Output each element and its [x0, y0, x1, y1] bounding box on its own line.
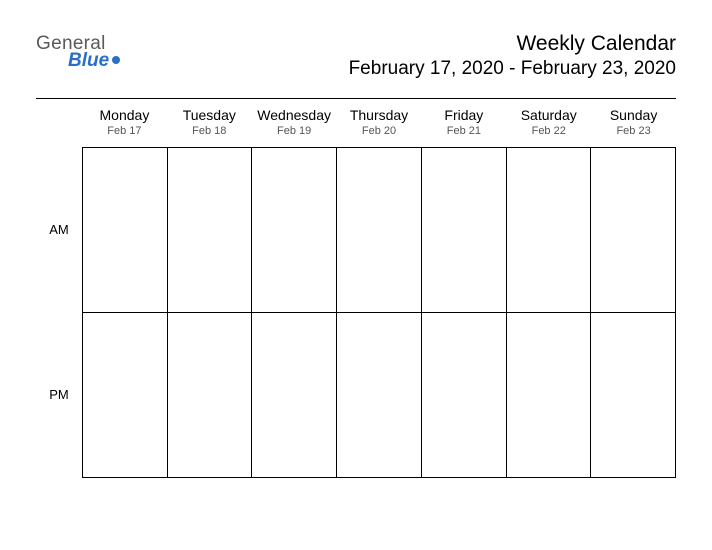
period-pm: PM: [36, 312, 82, 477]
day-name: Tuesday: [167, 107, 252, 123]
cell-am-mon: [83, 148, 168, 313]
day-name: Friday: [421, 107, 506, 123]
cell-am-thu: [337, 148, 422, 313]
cell-am-sun: [591, 148, 676, 313]
period-col-spacer: [36, 107, 82, 137]
day-date: Feb 20: [337, 125, 422, 137]
header: General Blue Weekly Calendar February 17…: [36, 32, 676, 80]
day-headers-row: Monday Feb 17 Tuesday Feb 18 Wednesday F…: [36, 99, 676, 147]
day-date: Feb 17: [82, 125, 167, 137]
title-block: Weekly Calendar February 17, 2020 - Febr…: [349, 32, 676, 80]
cell-pm-thu: [337, 313, 422, 478]
day-name: Monday: [82, 107, 167, 123]
day-header-saturday: Saturday Feb 22: [506, 107, 591, 137]
date-range: February 17, 2020 - February 23, 2020: [349, 58, 676, 80]
day-header-tuesday: Tuesday Feb 18: [167, 107, 252, 137]
day-name: Sunday: [591, 107, 676, 123]
cell-am-fri: [422, 148, 507, 313]
period-labels: AM PM: [36, 147, 82, 478]
cell-pm-wed: [252, 313, 337, 478]
day-header-friday: Friday Feb 21: [421, 107, 506, 137]
day-date: Feb 18: [167, 125, 252, 137]
page-title: Weekly Calendar: [349, 32, 676, 56]
cell-pm-tue: [168, 313, 253, 478]
cell-pm-sun: [591, 313, 676, 478]
day-header-thursday: Thursday Feb 20: [337, 107, 422, 137]
grid-cells: [82, 147, 676, 478]
period-am: AM: [36, 147, 82, 312]
day-header-monday: Monday Feb 17: [82, 107, 167, 137]
calendar: Monday Feb 17 Tuesday Feb 18 Wednesday F…: [36, 98, 676, 478]
cell-am-tue: [168, 148, 253, 313]
calendar-grid: AM PM: [36, 147, 676, 478]
cell-pm-mon: [83, 313, 168, 478]
logo-text-2: Blue: [36, 51, 120, 70]
cell-am-wed: [252, 148, 337, 313]
day-header-sunday: Sunday Feb 23: [591, 107, 676, 137]
day-header-wednesday: Wednesday Feb 19: [252, 107, 337, 137]
cell-pm-sat: [507, 313, 592, 478]
day-date: Feb 22: [506, 125, 591, 137]
day-date: Feb 19: [252, 125, 337, 137]
day-date: Feb 23: [591, 125, 676, 137]
day-date: Feb 21: [421, 125, 506, 137]
day-name: Wednesday: [252, 107, 337, 123]
cell-pm-fri: [422, 313, 507, 478]
day-name: Saturday: [506, 107, 591, 123]
cell-am-sat: [507, 148, 592, 313]
day-name: Thursday: [337, 107, 422, 123]
logo: General Blue: [36, 32, 120, 70]
